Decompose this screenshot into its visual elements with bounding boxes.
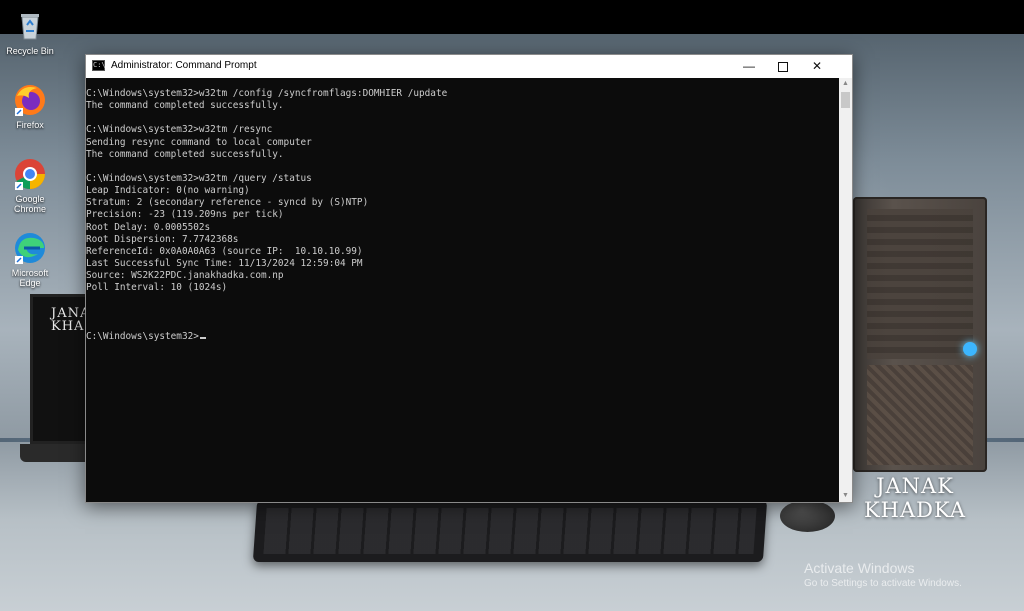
console-scrollbar[interactable]: ▲ ▼: [839, 78, 852, 502]
console-line: Poll Interval: 10 (1024s): [86, 282, 228, 294]
window-title: Administrator: Command Prompt: [111, 60, 257, 71]
activate-title: Activate Windows: [804, 560, 915, 576]
minimize-button[interactable]: —: [732, 55, 766, 78]
console-line: C:\Windows\system32>w32tm /resync: [86, 124, 273, 136]
wallpaper-keyboard: [252, 500, 768, 562]
console-line: C:\Windows\system32>w32tm /query /status: [86, 172, 312, 184]
desktop-icon-edge[interactable]: Microsoft Edge: [0, 230, 60, 288]
desktop-icon-label: Firefox: [16, 120, 44, 130]
power-led-icon: [963, 342, 977, 356]
desktop-icon-label: Recycle Bin: [6, 46, 54, 56]
wallpaper-laptop: JANAK KHADKA: [20, 294, 115, 466]
desktop-icon-recycle-bin[interactable]: Recycle Bin: [0, 8, 60, 56]
keyboard-keys: [263, 508, 757, 554]
author-watermark: JANAK KHADKA: [855, 474, 975, 522]
edge-icon: [15, 233, 45, 264]
recycle-bin-icon: [21, 14, 39, 40]
scroll-up-arrow-icon[interactable]: ▲: [839, 78, 852, 90]
console-line: Leap Indicator: 0(no warning): [86, 185, 250, 197]
desktop-icon-firefox[interactable]: Firefox: [0, 82, 60, 130]
console-output[interactable]: C:\Windows\system32>w32tm /config /syncf…: [86, 78, 839, 502]
wallpaper-mouse: [780, 500, 835, 532]
close-button[interactable]: ✕: [800, 55, 834, 78]
desktop-icon-label: Google Chrome: [13, 194, 46, 214]
console-line: C:\Windows\system32>w32tm /config /syncf…: [86, 88, 448, 99]
console-line: The command completed successfully.: [86, 100, 284, 112]
wallpaper-pc-tower: [853, 197, 987, 472]
command-prompt-window[interactable]: C:\ Administrator: Command Prompt — ✕ C:…: [85, 54, 853, 503]
console-line: Precision: -23 (119.209ns per tick): [86, 209, 284, 221]
console-line: The command completed successfully.: [86, 148, 284, 160]
console-line: Stratum: 2 (secondary reference - syncd …: [86, 197, 369, 209]
console-line: Source: WS2K22PDC.janakhadka.com.np: [86, 270, 284, 282]
console-line: ReferenceId: 0x0A0A0A63 (source IP: 10.1…: [86, 245, 363, 257]
tower-vent-panel: [867, 209, 973, 359]
console-prompt: C:\Windows\system32>: [86, 330, 199, 342]
text-cursor: [199, 336, 206, 339]
watermark-line: KHADKA: [863, 498, 966, 522]
chrome-icon: [15, 159, 45, 190]
console-line: Last Successful Sync Time: 11/13/2024 12…: [86, 257, 363, 269]
cmd-app-icon: C:\: [92, 60, 106, 71]
desktop: Recycle Bin Firefox Google Chrome Micros…: [0, 0, 1024, 611]
tower-lower-panel: [867, 365, 973, 465]
console-line: Sending resync command to local computer: [86, 136, 312, 148]
desktop-icon-chrome[interactable]: Google Chrome: [0, 156, 60, 214]
window-titlebar[interactable]: C:\ Administrator: Command Prompt — ✕: [86, 55, 852, 78]
watermark-line: JANAK: [876, 474, 954, 498]
console-line: Root Delay: 0.0005502s: [86, 221, 211, 233]
activate-windows-notice: Activate Windows Go to Settings to activ…: [804, 560, 962, 590]
scrollbar-thumb[interactable]: [841, 92, 850, 108]
maximize-button[interactable]: [766, 55, 800, 78]
maximize-icon: [778, 62, 788, 72]
console-line: Root Dispersion: 7.7742368s: [86, 233, 239, 245]
laptop-screen: JANAK KHADKA: [30, 294, 115, 444]
desktop-icon-label: Microsoft Edge: [11, 268, 49, 288]
activate-subtitle: Go to Settings to activate Windows.: [804, 578, 962, 589]
console-prompt-line[interactable]: C:\Windows\system32>: [86, 331, 839, 343]
firefox-icon: [15, 85, 45, 116]
scroll-down-arrow-icon[interactable]: ▼: [839, 490, 852, 502]
